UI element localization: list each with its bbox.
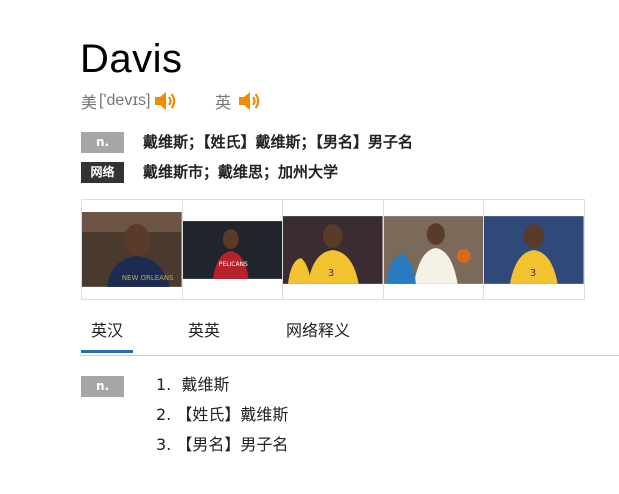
svg-text:3: 3 [530,267,536,278]
summary-definition: 戴维斯；【姓氏】戴维斯；【男名】男子名 [143,133,414,151]
image-gallery: NEW ORLEANS PELICANS 3 3 [81,199,585,300]
svg-text:PELICANS: PELICANS [218,260,247,267]
pronunciation-uk: 英 [215,88,263,114]
svg-text:NEW ORLEANS: NEW ORLEANS [122,274,174,282]
gallery-image[interactable]: 3 [283,200,384,299]
pos-badge-noun: n. [81,132,124,153]
sense-text: 【男名】男子名 [176,435,289,454]
sense-item: 3. 【男名】男子名 [156,434,288,456]
gallery-image[interactable]: NEW ORLEANS [82,200,183,299]
pron-uk-label: 英 [215,93,232,112]
sense-number: 3. [156,435,172,454]
svg-text:3: 3 [328,267,334,278]
gallery-image[interactable] [383,200,485,299]
sense-number: 1. [156,375,172,394]
web-definition: 戴维斯市；戴维思；加州大学 [143,163,339,181]
pron-us-label: 美 [81,93,98,112]
gallery-image[interactable]: PELICANS [182,200,284,299]
headword: Davis [80,37,183,81]
tab-en-cn[interactable]: 英汉 [81,318,134,353]
speaker-icon[interactable] [153,88,179,114]
sense-item: 2. 【姓氏】戴维斯 [156,404,288,426]
definition-tabs: 英汉 英英 网络释义 [80,318,619,356]
pron-us-phonetic: ['devɪs] [99,92,151,109]
gallery-image[interactable]: 3 [484,200,584,299]
detail-pos-badge: n. [81,376,124,397]
tab-en-en[interactable]: 英英 [188,318,220,344]
sense-text: 戴维斯 [181,375,230,394]
speaker-icon[interactable] [237,88,263,114]
pos-badge-web: 网络 [81,162,124,183]
sense-number: 2. [156,405,172,424]
sense-text: 【姓氏】戴维斯 [176,405,289,424]
pronunciation-us: 美 ['devɪs] [81,88,179,114]
sense-item: 1. 戴维斯 [156,374,229,396]
tab-web-definitions[interactable]: 网络释义 [286,318,350,344]
